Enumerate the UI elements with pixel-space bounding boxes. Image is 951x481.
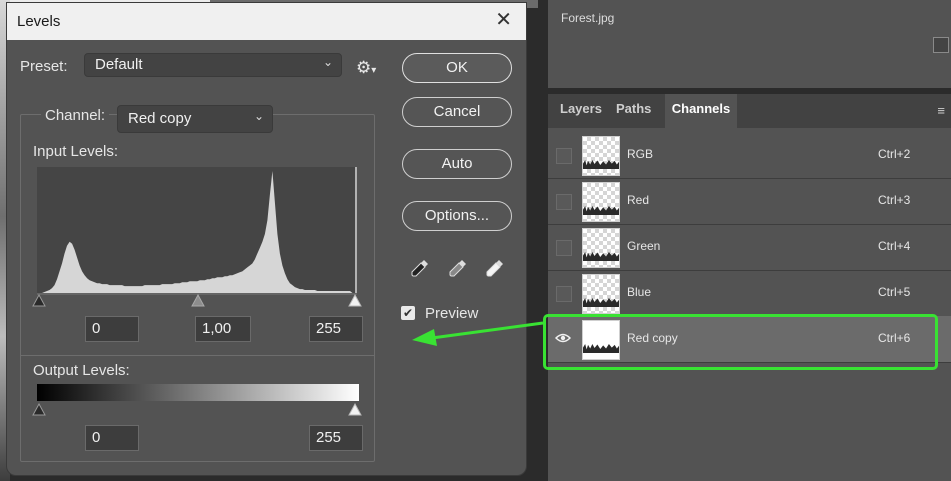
channel-shortcut: Ctrl+4 <box>878 239 911 253</box>
gear-icon[interactable]: ⚙▾ <box>356 58 376 78</box>
input-white-slider-handle[interactable] <box>347 293 363 309</box>
input-black-field[interactable]: 0 <box>85 316 139 342</box>
output-white-value: 255 <box>316 429 342 446</box>
panel-collapse-button[interactable] <box>933 37 949 53</box>
input-levels-label: Input Levels: <box>33 143 119 160</box>
panel-tabs: Layers Paths Channels ≡ <box>548 94 951 128</box>
channel-row-rgb[interactable]: RGB Ctrl+2 <box>548 132 951 179</box>
output-black-slider-handle[interactable] <box>31 402 47 418</box>
black-eyedropper-icon[interactable] <box>409 257 431 279</box>
input-black-slider-handle[interactable] <box>31 293 47 309</box>
input-gamma-value: 1,00 <box>202 320 232 337</box>
channel-shortcut: Ctrl+3 <box>878 193 911 207</box>
dialog-titlebar[interactable]: Levels ✕ <box>7 3 526 40</box>
tab-layers[interactable]: Layers <box>556 94 606 128</box>
chevron-down-icon: ⌄ <box>253 109 264 123</box>
group-separator <box>21 355 374 356</box>
visibility-toggle[interactable] <box>556 286 572 302</box>
visibility-toggle[interactable] <box>556 148 572 164</box>
channel-name: Red <box>627 193 650 207</box>
auto-button[interactable]: Auto <box>402 149 512 179</box>
input-gamma-field[interactable]: 1,00 <box>195 316 251 342</box>
gray-eyedropper-icon[interactable] <box>447 257 469 279</box>
output-white-slider-handle[interactable] <box>347 402 363 418</box>
cancel-button[interactable]: Cancel <box>402 97 512 127</box>
channel-thumbnail <box>582 228 620 268</box>
output-black-field[interactable]: 0 <box>85 425 139 451</box>
channel-dropdown[interactable]: Red copy ⌄ <box>117 105 273 133</box>
panel-menu-icon[interactable]: ≡ <box>937 103 945 118</box>
file-name: Forest.jpg <box>561 11 615 25</box>
visibility-toggle[interactable] <box>556 240 572 256</box>
output-white-field[interactable]: 255 <box>309 425 363 451</box>
tab-channels[interactable]: Channels <box>665 94 737 128</box>
tab-paths[interactable]: Paths <box>616 94 656 128</box>
channel-row-green[interactable]: Green Ctrl+4 <box>548 224 951 271</box>
input-gamma-slider-handle[interactable] <box>190 293 206 309</box>
channel-name: RGB <box>627 147 654 161</box>
input-white-value: 255 <box>316 320 342 337</box>
preset-label: Preset: <box>20 58 68 75</box>
options-button[interactable]: Options... <box>402 201 512 231</box>
annotation-arrow <box>412 321 544 346</box>
chevron-down-icon: ⌄ <box>322 55 333 69</box>
output-levels-label: Output Levels: <box>33 362 130 379</box>
levels-dialog: Levels ✕ Preset: Default ⌄ ⚙▾ Channel: R… <box>6 2 527 476</box>
channel-name: Blue <box>627 285 652 299</box>
channel-row-red[interactable]: Red Ctrl+3 <box>548 178 951 225</box>
channel-shortcut: Ctrl+2 <box>878 147 911 161</box>
close-icon[interactable]: ✕ <box>495 10 512 30</box>
preset-dropdown[interactable]: Default ⌄ <box>84 53 342 77</box>
channel-thumbnail <box>582 274 620 314</box>
channel-name: Green <box>627 239 661 253</box>
ok-button[interactable]: OK <box>402 53 512 83</box>
channel-shortcut: Ctrl+5 <box>878 285 911 299</box>
channel-value: Red copy <box>128 110 192 127</box>
white-eyedropper-icon[interactable] <box>484 257 506 279</box>
preset-value: Default <box>95 56 143 73</box>
panel-gutter <box>538 0 548 481</box>
channel-row-blue[interactable]: Blue Ctrl+5 <box>548 270 951 317</box>
histogram-shape <box>37 171 355 293</box>
highlight-box <box>543 314 938 370</box>
histogram <box>37 167 357 293</box>
channel-label: Channel: <box>41 107 110 124</box>
channel-thumbnail <box>582 182 620 222</box>
output-gradient-bar <box>37 384 359 401</box>
channel-thumbnail <box>582 136 620 176</box>
output-black-value: 0 <box>92 429 101 446</box>
visibility-toggle[interactable] <box>556 194 572 210</box>
histogram-graph <box>37 167 357 293</box>
dialog-title: Levels <box>17 13 61 30</box>
input-black-value: 0 <box>92 320 101 337</box>
input-white-field[interactable]: 255 <box>309 316 363 342</box>
